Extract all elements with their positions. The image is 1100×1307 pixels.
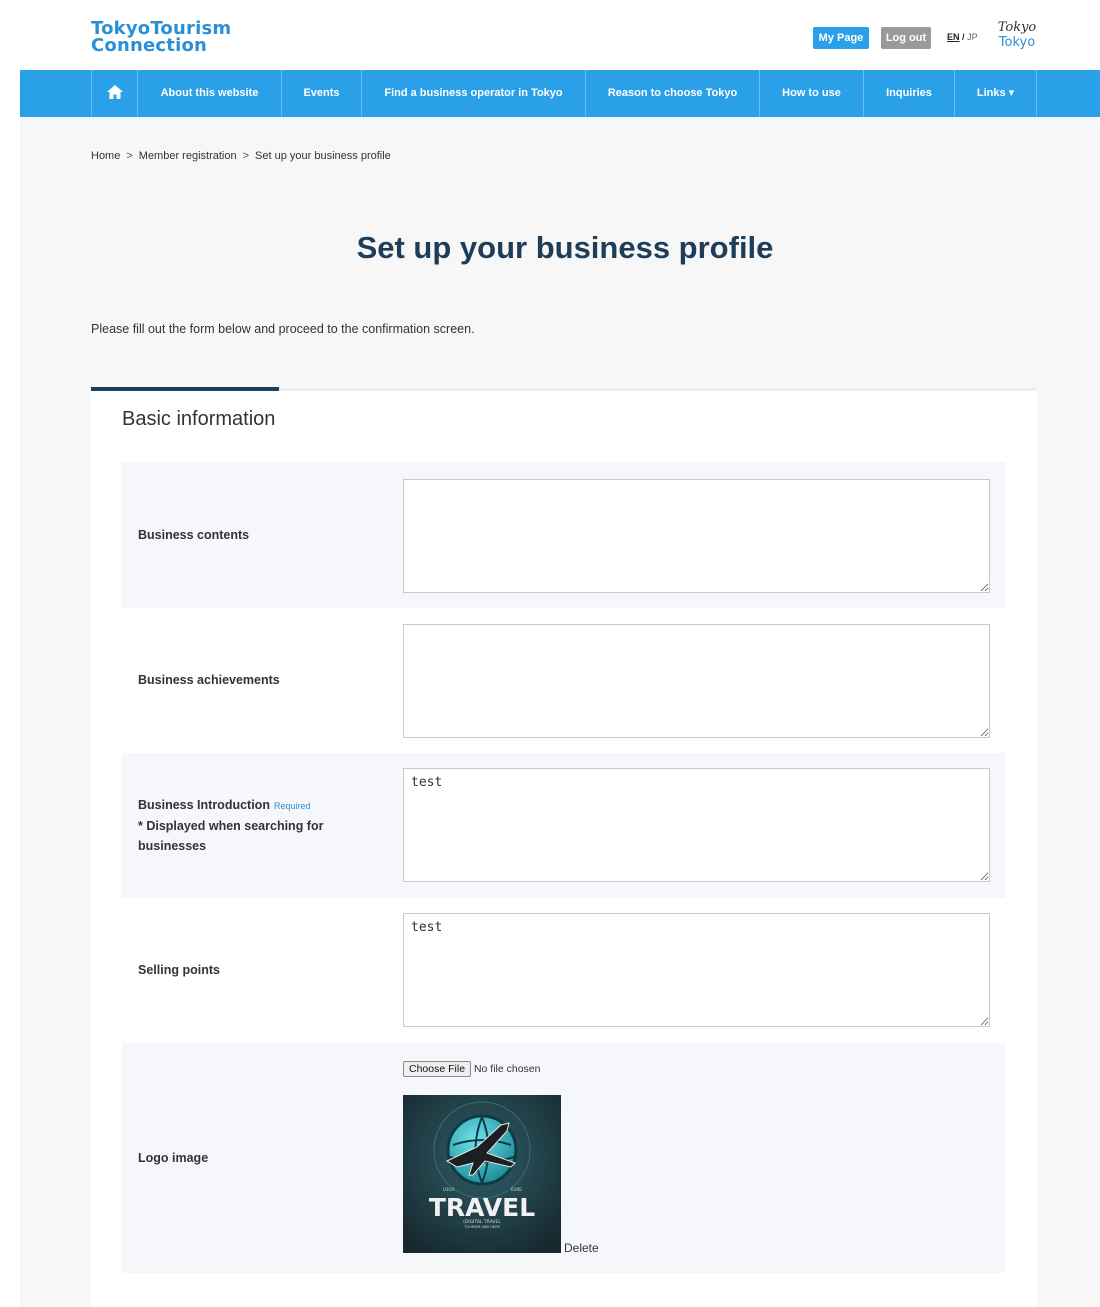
file-input: Choose File No file chosen	[403, 1061, 541, 1077]
nav-find-operator[interactable]: Find a business operator in Tokyo	[361, 70, 585, 117]
lang-en-link[interactable]: EN	[947, 32, 960, 42]
field-label: Selling points	[138, 963, 220, 977]
field-note-cont: businesses	[138, 839, 207, 853]
logout-button[interactable]: Log out	[881, 27, 931, 49]
tokyo-logo-script: Tokyo	[997, 20, 1037, 35]
breadcrumb-home[interactable]: Home	[91, 150, 120, 162]
top-header: TokyoTourism Connection My Page Log out …	[20, 0, 1100, 70]
nav-about[interactable]: About this website	[137, 70, 281, 117]
selling-points-textarea[interactable]: test	[403, 913, 990, 1027]
tokyo-logo-text: Tokyo	[998, 35, 1036, 50]
lang-jp-link[interactable]: JP	[967, 32, 978, 42]
logo-small-left: LOGO	[443, 1187, 454, 1192]
breadcrumb: Home > Member registration > Set up your bus…	[91, 150, 391, 162]
logo-travel-text: TRAVEL	[429, 1193, 535, 1222]
breadcrumb-separator: >	[126, 150, 133, 162]
required-badge: Required	[273, 801, 311, 811]
field-label: Business achievements	[138, 673, 280, 687]
nav-inquiries[interactable]: Inquiries	[863, 70, 954, 117]
tokyo-brand-logo[interactable]: Tokyo Tokyo	[996, 20, 1038, 54]
nav-links-dropdown[interactable]: Links ▾	[954, 70, 1037, 117]
section-tab-accent	[91, 387, 279, 391]
field-row-selling-points: Selling points test	[122, 898, 1005, 1043]
business-contents-textarea[interactable]	[403, 479, 990, 593]
business-achievements-textarea[interactable]	[403, 624, 990, 738]
nav-how-to-use[interactable]: How to use	[759, 70, 863, 117]
site-logo-line2: Connection	[91, 35, 208, 56]
lang-separator: /	[962, 32, 965, 42]
page-title: Set up your business profile	[356, 230, 774, 265]
field-row-business-introduction: Business Introduction Required * Displaye…	[122, 753, 1005, 898]
field-label: Business Introduction	[138, 798, 270, 812]
business-introduction-textarea[interactable]: test	[403, 768, 990, 882]
field-row-logo-image: Logo image Choose File No file chosen LO…	[122, 1043, 1005, 1273]
field-label: Logo image	[138, 1151, 209, 1165]
field-label-group: Business Introduction Required * Displaye…	[138, 795, 323, 856]
main-nav: About this website Events Find a busines…	[20, 70, 1100, 117]
logo-tagline-2: TOURISM AND HERE	[463, 1225, 500, 1229]
site-logo[interactable]: TokyoTourism Connection	[91, 20, 231, 56]
section-title: Basic information	[122, 408, 276, 430]
nav-home[interactable]	[91, 70, 137, 117]
choose-file-button[interactable]: Choose File	[403, 1061, 472, 1077]
breadcrumb-current: Set up your business profile	[255, 150, 391, 162]
language-switcher: EN / JP	[947, 32, 978, 42]
field-note: * Displayed when searching for	[138, 819, 324, 833]
field-row-business-contents: Business contents	[122, 462, 1005, 608]
breadcrumb-member-registration[interactable]: Member registration	[139, 150, 237, 162]
my-page-button[interactable]: My Page	[813, 27, 869, 49]
field-row-business-achievements: Business achievements	[122, 608, 1005, 753]
logo-small-right: EURE	[511, 1187, 522, 1192]
logo-image-preview: LOGO EURE TRAVEL (DIGITAL TRAVEL TOURISM…	[403, 1095, 561, 1253]
breadcrumb-separator: >	[242, 150, 250, 162]
page-background: TokyoTourism Connection My Page Log out …	[20, 0, 1100, 1307]
intro-text: Please fill out the form below and proce…	[91, 322, 475, 336]
nav-reason[interactable]: Reason to choose Tokyo	[585, 70, 759, 117]
file-status-text: No file chosen	[473, 1063, 541, 1075]
delete-logo-link[interactable]: Delete	[564, 1241, 599, 1255]
nav-events[interactable]: Events	[281, 70, 361, 117]
field-label: Business contents	[138, 528, 250, 542]
home-icon	[106, 84, 123, 99]
